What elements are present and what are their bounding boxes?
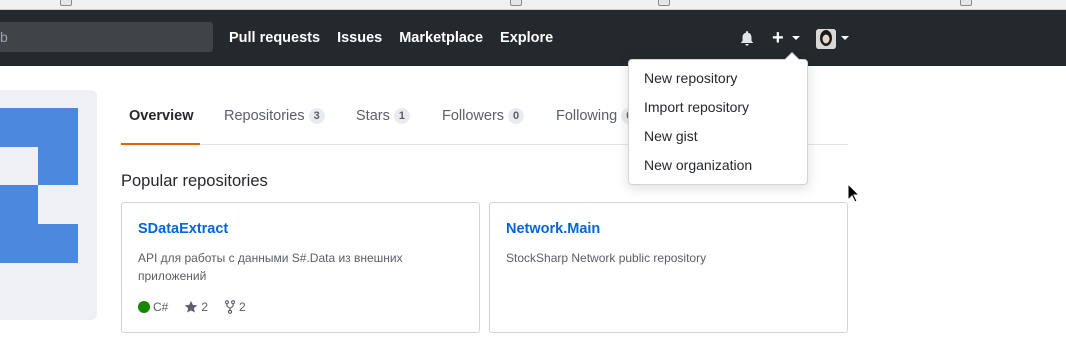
repo-card: Network.Main StockSharp Network public r… bbox=[489, 202, 848, 333]
tab-counter: 0 bbox=[508, 108, 525, 124]
identicon-block bbox=[0, 224, 78, 263]
tab-followers[interactable]: Followers 0 bbox=[442, 108, 525, 124]
repo-forks[interactable]: 2 bbox=[224, 300, 246, 314]
tab-counter: 1 bbox=[393, 108, 410, 124]
site-header: b Pull requests Issues Marketplace Explo… bbox=[0, 10, 1066, 66]
language-color-dot bbox=[138, 301, 150, 313]
bookmark-icon[interactable] bbox=[960, 0, 972, 6]
bookmark-icon[interactable] bbox=[658, 0, 670, 6]
repo-stars[interactable]: 2 bbox=[184, 300, 208, 314]
bookmark-icon[interactable] bbox=[60, 0, 72, 6]
header-nav: Pull requests Issues Marketplace Explore bbox=[229, 10, 553, 66]
repo-card: SDataExtract API для работы с данными S#… bbox=[121, 202, 480, 333]
chevron-down-icon[interactable] bbox=[841, 36, 849, 40]
tab-overview[interactable]: Overview bbox=[129, 108, 194, 124]
tab-following[interactable]: Following0 bbox=[556, 108, 638, 124]
bookmarks-bar bbox=[0, 0, 1066, 10]
search-text: b bbox=[0, 29, 8, 45]
tab-label: Overview bbox=[129, 108, 194, 124]
menu-item-new-gist[interactable]: New gist bbox=[644, 128, 698, 144]
bell-icon[interactable] bbox=[739, 30, 755, 46]
bookmark-icon[interactable] bbox=[510, 0, 522, 6]
repo-name-link[interactable]: SDataExtract bbox=[138, 221, 228, 237]
repo-name-link[interactable]: Network.Main bbox=[506, 221, 600, 237]
create-new-dropdown: New repository Import repository New gis… bbox=[628, 52, 808, 185]
active-tab-indicator bbox=[121, 143, 200, 145]
fork-icon bbox=[224, 300, 236, 314]
menu-item-import-repository[interactable]: Import repository bbox=[644, 99, 749, 115]
mouse-cursor-icon bbox=[847, 183, 861, 203]
nav-issues[interactable]: Issues bbox=[337, 30, 382, 46]
profile-avatar-card bbox=[0, 90, 97, 320]
repo-language: C# bbox=[138, 300, 168, 314]
popular-repos-title: Popular repositories bbox=[121, 172, 268, 190]
avatar-image bbox=[816, 29, 836, 49]
plus-icon[interactable]: + bbox=[772, 28, 784, 48]
menu-item-new-repository[interactable]: New repository bbox=[644, 70, 737, 86]
fork-count: 2 bbox=[239, 300, 246, 314]
menu-item-new-organization[interactable]: New organization bbox=[644, 157, 752, 173]
nav-explore[interactable]: Explore bbox=[500, 30, 553, 46]
identicon-block bbox=[0, 108, 78, 147]
tab-label: Following bbox=[556, 108, 618, 124]
tab-label: Stars bbox=[356, 108, 390, 124]
repo-description: StockSharp Network public repository bbox=[506, 251, 707, 265]
star-count: 2 bbox=[201, 300, 209, 314]
tab-stars[interactable]: Stars 1 bbox=[356, 108, 410, 124]
nav-pull-requests[interactable]: Pull requests bbox=[229, 30, 320, 46]
chevron-down-icon[interactable] bbox=[792, 36, 800, 40]
repo-meta: C# 2 2 bbox=[138, 300, 262, 314]
tab-label: Repositories bbox=[224, 108, 305, 124]
tab-label: Followers bbox=[442, 108, 505, 124]
nav-marketplace[interactable]: Marketplace bbox=[399, 30, 483, 46]
identicon-block bbox=[0, 185, 38, 224]
tab-counter: 3 bbox=[308, 108, 325, 124]
tab-repositories[interactable]: Repositories 3 bbox=[224, 108, 325, 124]
identicon-block bbox=[38, 147, 78, 185]
language-label: C# bbox=[153, 300, 169, 314]
search-input[interactable]: b bbox=[0, 22, 213, 52]
repo-description: API для работы с данными S#.Data из внеш… bbox=[138, 251, 403, 283]
avatar[interactable] bbox=[816, 29, 836, 49]
star-icon bbox=[185, 300, 198, 313]
